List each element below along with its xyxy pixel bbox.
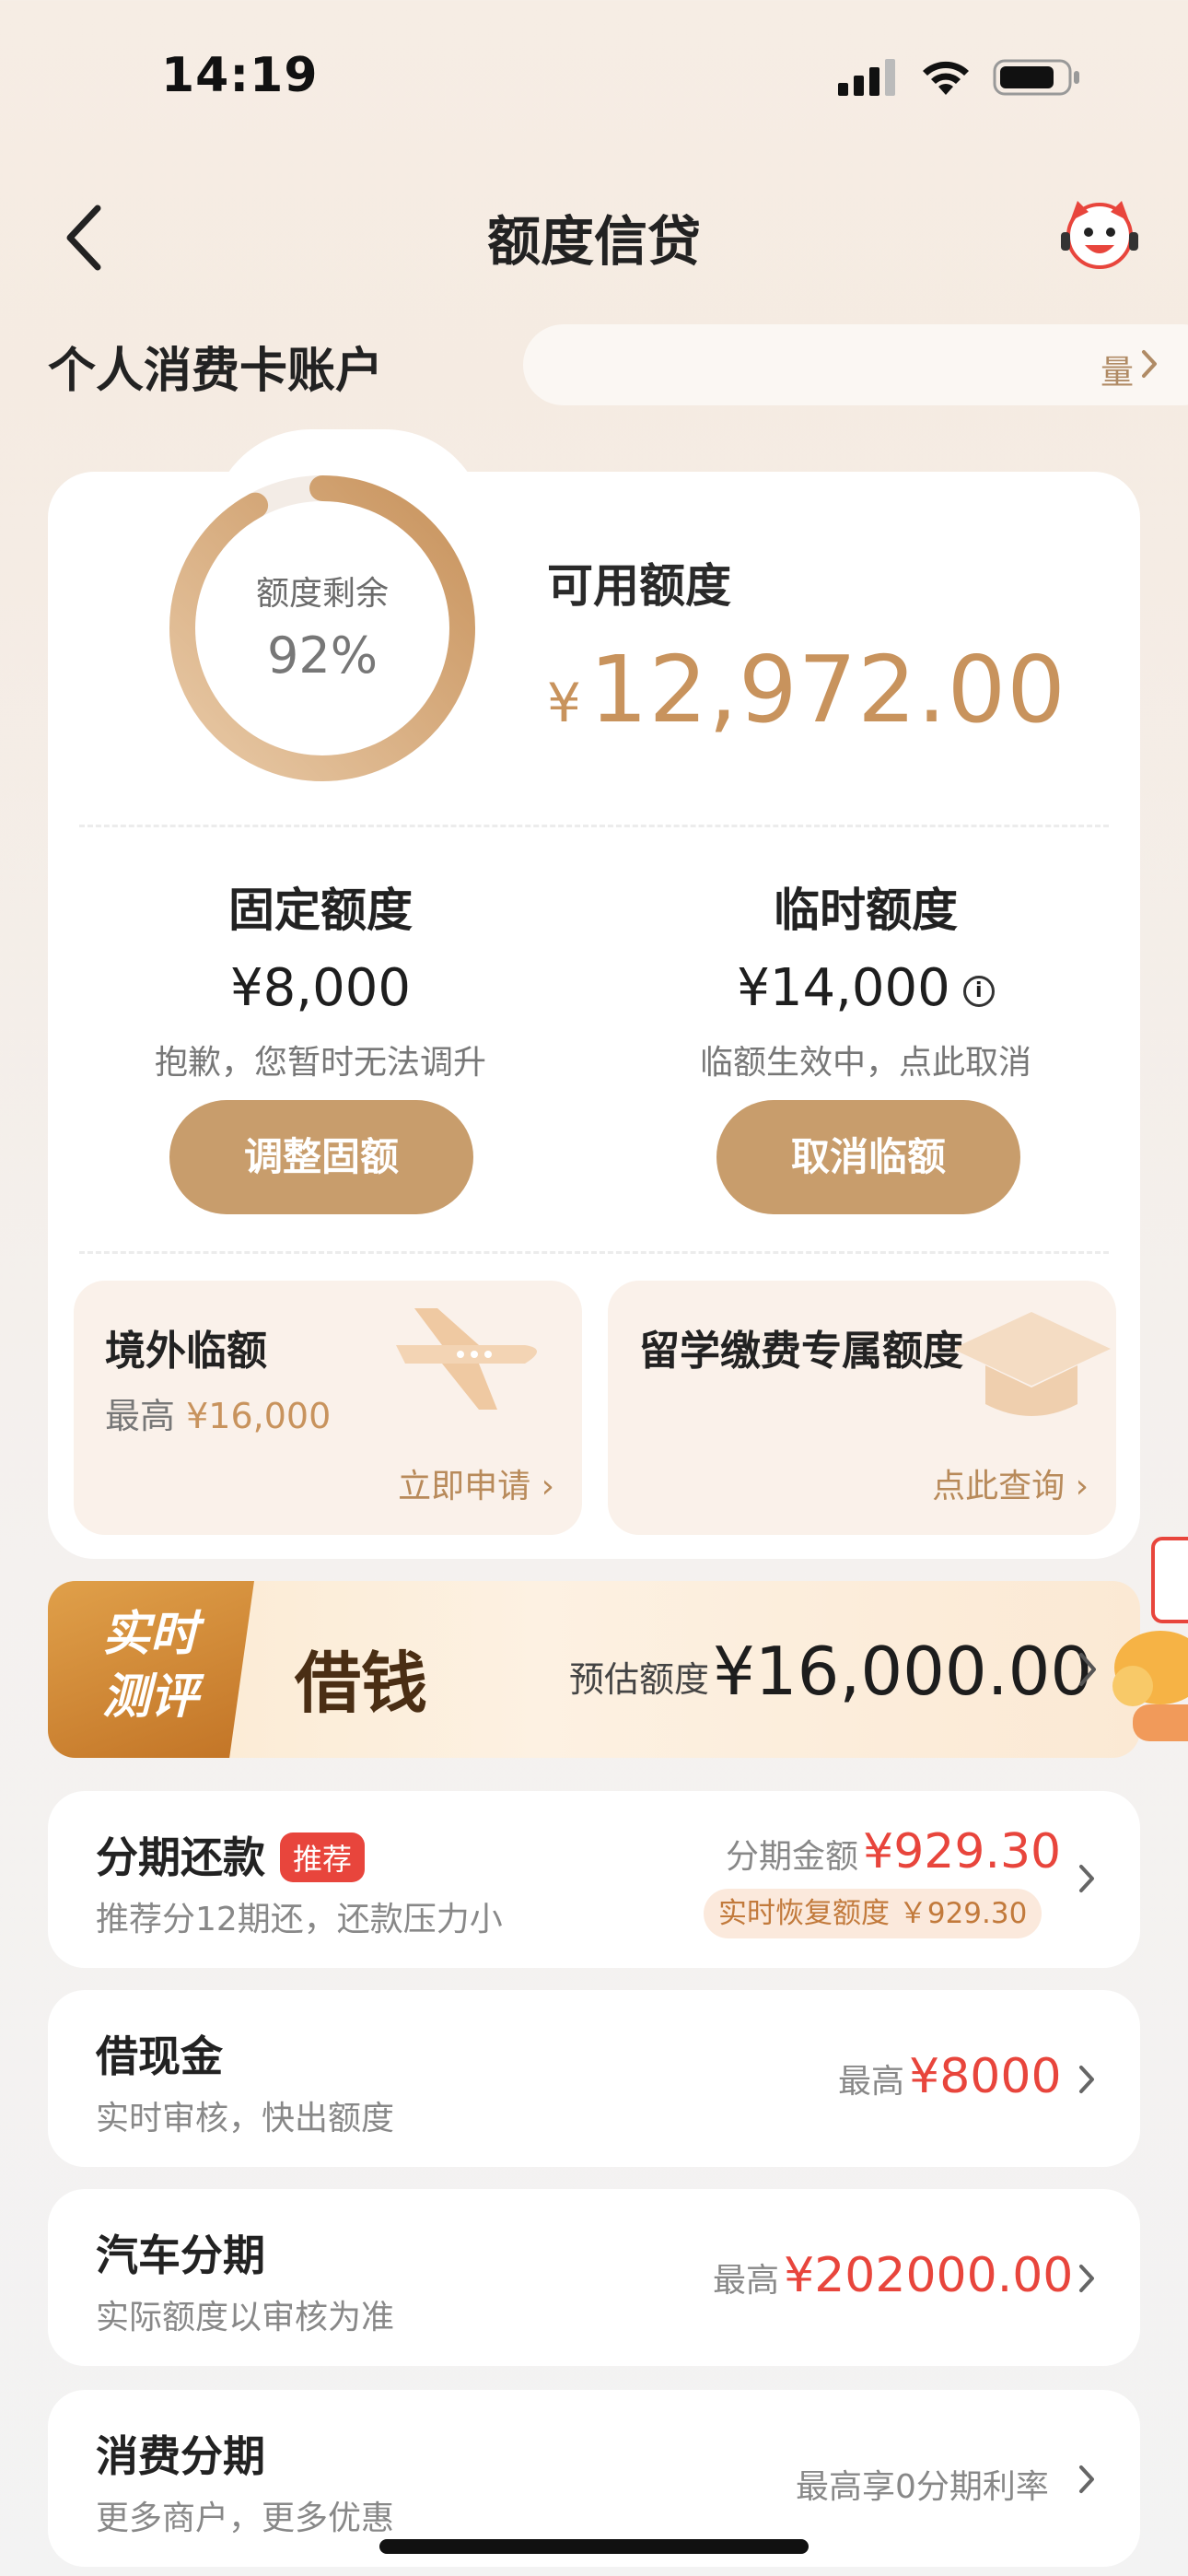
- promo-link[interactable]: 立即申请 ›: [398, 1459, 554, 1507]
- temp-credit-title: 临时额度: [774, 884, 958, 937]
- promo-subtitle: 最高 ¥16,000: [105, 1388, 331, 1438]
- chevron-right-icon: [1079, 2066, 1094, 2093]
- cash-title: 借现金: [96, 2032, 223, 2081]
- restore-credit-pill: 实时恢复额度 ￥929.30: [704, 1889, 1042, 1938]
- status-time: 14:19: [161, 48, 319, 103]
- status-icons: [838, 57, 1081, 98]
- available-credit-amount: ¥12,972.00: [547, 636, 1066, 744]
- available-credit-value: 12,972.00: [588, 636, 1066, 744]
- info-icon[interactable]: i: [962, 975, 995, 1007]
- tag-line: 实时: [101, 1607, 198, 1662]
- chevron-right-icon: [1079, 1653, 1096, 1686]
- borrow-title: 借钱: [295, 1645, 428, 1722]
- available-credit-label: 可用额度: [547, 559, 731, 613]
- temp-credit-amount: ¥14,000: [737, 958, 950, 1018]
- fixed-credit-amount: ¥8,000: [230, 958, 411, 1018]
- promo-title: 留学缴费专属额度: [639, 1328, 963, 1375]
- auto-title: 汽车分期: [96, 2231, 265, 2280]
- auto-amount-row: 最高 ¥202000.00: [713, 2248, 1073, 2303]
- home-indicator[interactable]: [379, 2539, 809, 2554]
- wifi-icon: [923, 61, 969, 95]
- airplane-icon: [396, 1308, 537, 1410]
- recommend-badge: 推荐: [280, 1832, 366, 1882]
- chevron-right-icon: [1079, 2265, 1094, 2292]
- temp-credit-amount-row: ¥14,000 i: [608, 958, 1124, 1018]
- battery-icon: [993, 59, 1079, 96]
- overseas-temp-credit-card[interactable]: 境外临额 最高 ¥16,000 立即申请 ›: [74, 1281, 582, 1535]
- ring-percent: 92%: [266, 626, 379, 685]
- cash-amount-row: 最高 ¥8000: [838, 2049, 1062, 2104]
- realtime-eval-tag-text: 实时 测评: [63, 1603, 238, 1728]
- promo-link-label: 立即申请: [398, 1468, 531, 1505]
- notice-marquee[interactable]: [523, 324, 1188, 405]
- installment-amount-row: 分期金额 ¥929.30: [726, 1824, 1061, 1879]
- notice-marquee-text: 量: [1101, 354, 1135, 392]
- chevron-right-icon: ›: [1075, 1468, 1089, 1505]
- cellular-signal-icon: [838, 59, 895, 96]
- adjust-fixed-credit-button[interactable]: 调整固额: [169, 1100, 473, 1214]
- estimated-credit-amount: ¥16,000.00: [713, 1633, 1093, 1710]
- chevron-right-icon: [1079, 2465, 1094, 2493]
- currency-symbol: ¥: [547, 672, 582, 734]
- cash-max-label: 最高: [838, 2063, 905, 2101]
- auto-max-amount: ¥202000.00: [784, 2248, 1074, 2303]
- estimated-credit-label: 预估额度: [569, 1659, 710, 1700]
- promo-sub-amount: ¥16,000: [186, 1396, 332, 1436]
- page-title: 额度信贷: [486, 210, 701, 273]
- promo-link[interactable]: 点此查询 ›: [932, 1459, 1089, 1507]
- graduation-cap-icon: [952, 1312, 1111, 1416]
- mascot-service-icon[interactable]: [1057, 193, 1142, 273]
- consumer-title: 消费分期: [96, 2431, 265, 2481]
- chevron-right-icon: [1079, 1865, 1094, 1892]
- red-envelope-coins-icon: [1112, 1537, 1188, 1741]
- cash-max-amount: ¥8000: [909, 2049, 1062, 2104]
- installment-amount-label: 分期金额: [726, 1838, 859, 1876]
- auto-max-label: 最高: [713, 2262, 780, 2300]
- divider: [79, 1251, 1109, 1254]
- cash-subtitle: 实时审核，快出额度: [96, 2100, 395, 2137]
- promo-link-label: 点此查询: [932, 1468, 1066, 1505]
- installment-amount: ¥929.30: [863, 1824, 1062, 1879]
- temp-credit-note[interactable]: 临额生效中，点此取消: [608, 1036, 1124, 1083]
- installment-subtitle: 推荐分12期还，还款压力小: [96, 1901, 503, 1938]
- installment-title: 分期还款: [96, 1832, 265, 1882]
- chevron-right-icon: [1142, 350, 1157, 378]
- auto-subtitle: 实际额度以审核为准: [96, 2299, 395, 2336]
- fixed-credit-title: 固定额度: [228, 884, 413, 937]
- study-abroad-credit-card[interactable]: 留学缴费专属额度 点此查询 ›: [608, 1281, 1116, 1535]
- tag-line: 测评: [101, 1669, 198, 1725]
- account-title: 个人消费卡账户: [48, 344, 384, 399]
- fixed-credit-note: 抱歉，您暂时无法调升: [154, 1044, 486, 1082]
- cancel-temp-credit-button[interactable]: 取消临额: [716, 1100, 1020, 1214]
- promo-title: 境外临额: [105, 1328, 267, 1375]
- consumer-subtitle: 更多商户，更多优惠: [96, 2500, 395, 2537]
- promo-sub-prefix: 最高: [105, 1396, 176, 1436]
- installment-title-row: 分期还款 推荐: [96, 1824, 366, 1886]
- ring-label: 额度剩余: [255, 575, 389, 613]
- divider: [79, 825, 1109, 827]
- chevron-right-icon: ›: [541, 1468, 554, 1505]
- consumer-rate-text: 最高享0分期利率: [796, 2468, 1049, 2506]
